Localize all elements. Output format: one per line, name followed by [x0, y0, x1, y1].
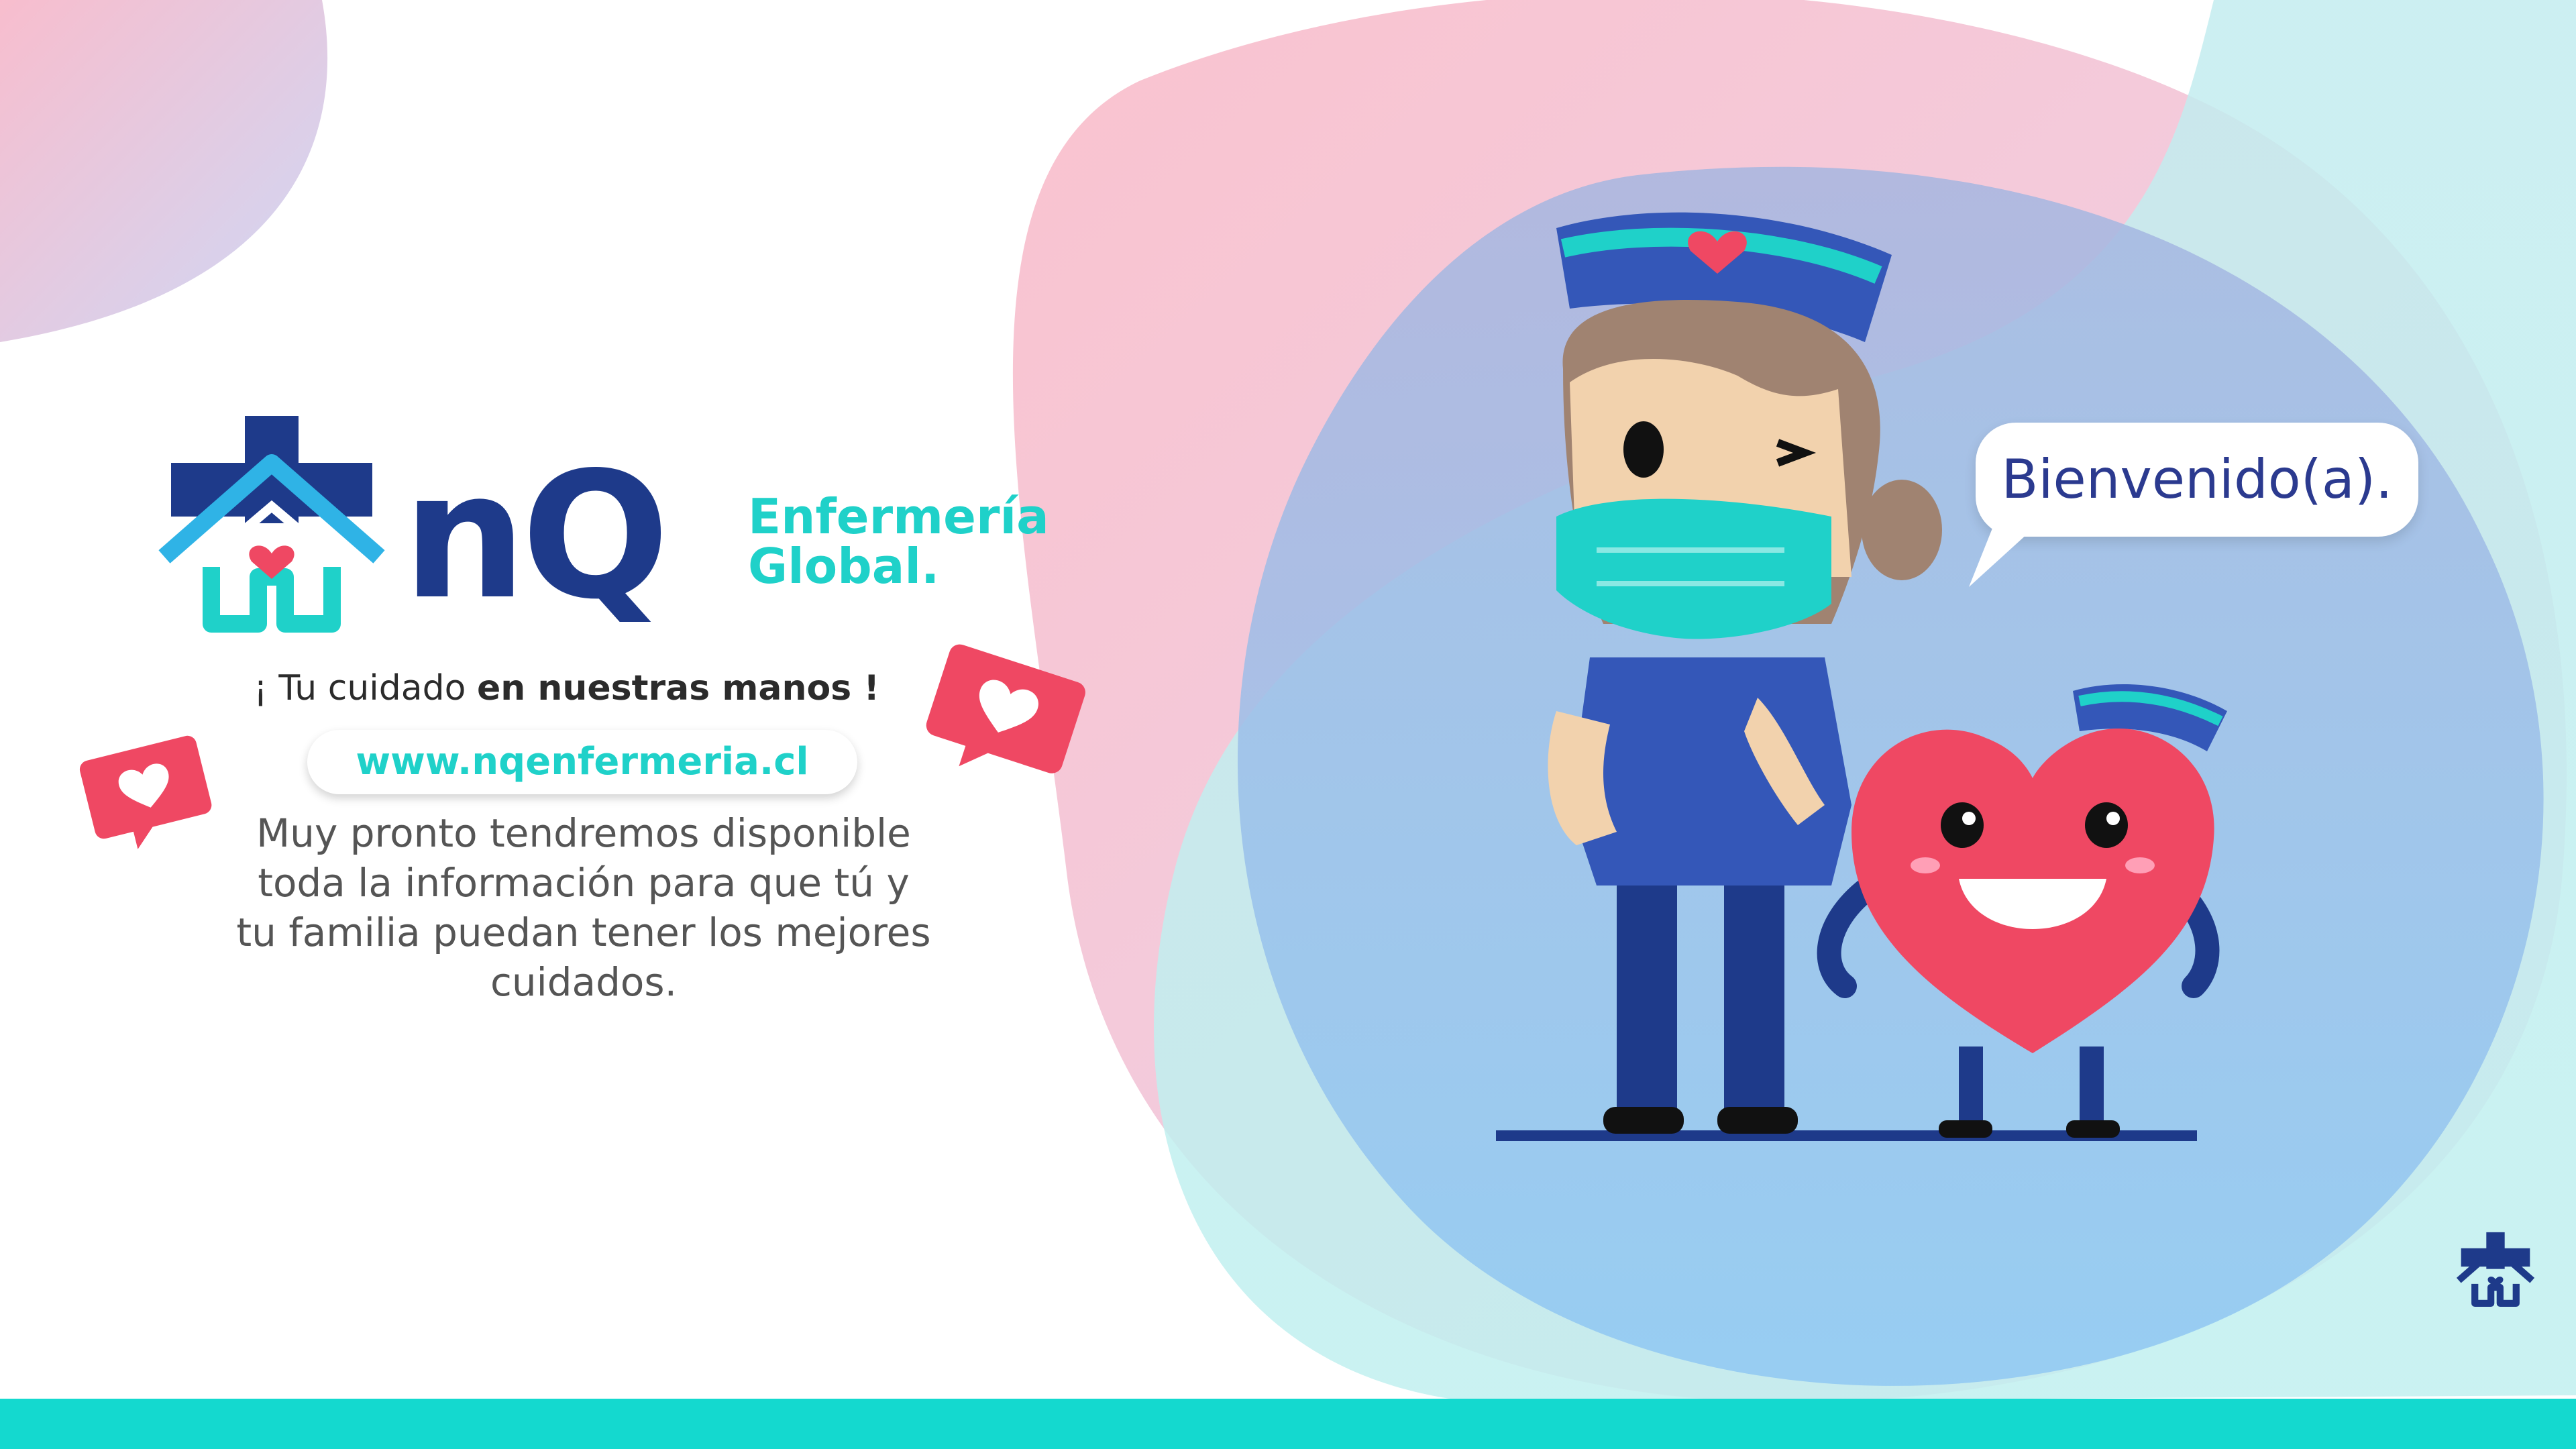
description-line: Muy pronto tendremos disponible [256, 810, 911, 856]
description: Muy pronto tendremos disponible toda la … [168, 808, 1000, 1007]
house-cross-logo-icon [2456, 1232, 2535, 1307]
description-line: cuidados. [490, 959, 678, 1005]
bottom-bar [0, 1399, 2576, 1449]
description-line: toda la información para que tú y [258, 860, 910, 906]
tagline-part2: en nuestras manos ! [476, 668, 880, 708]
brand-mark: nQ [402, 435, 669, 638]
speech-bubble-tail [1969, 520, 2043, 587]
tagline-part1: ¡ Tu cuidado [254, 668, 466, 708]
tagline: ¡ Tu cuidado en nuestras manos ! [254, 668, 879, 708]
description-line: tu familia puedan tener los mejores [236, 910, 931, 955]
heart-character-illustration [1817, 684, 2227, 1138]
brand-name-line1: Enfermería [748, 488, 1049, 545]
corner-blob [0, 0, 328, 342]
website-link[interactable]: www.nqenfermeria.cl [307, 730, 857, 794]
brand-name-line2: Global. [748, 538, 940, 594]
house-cross-logo-icon [158, 416, 385, 633]
